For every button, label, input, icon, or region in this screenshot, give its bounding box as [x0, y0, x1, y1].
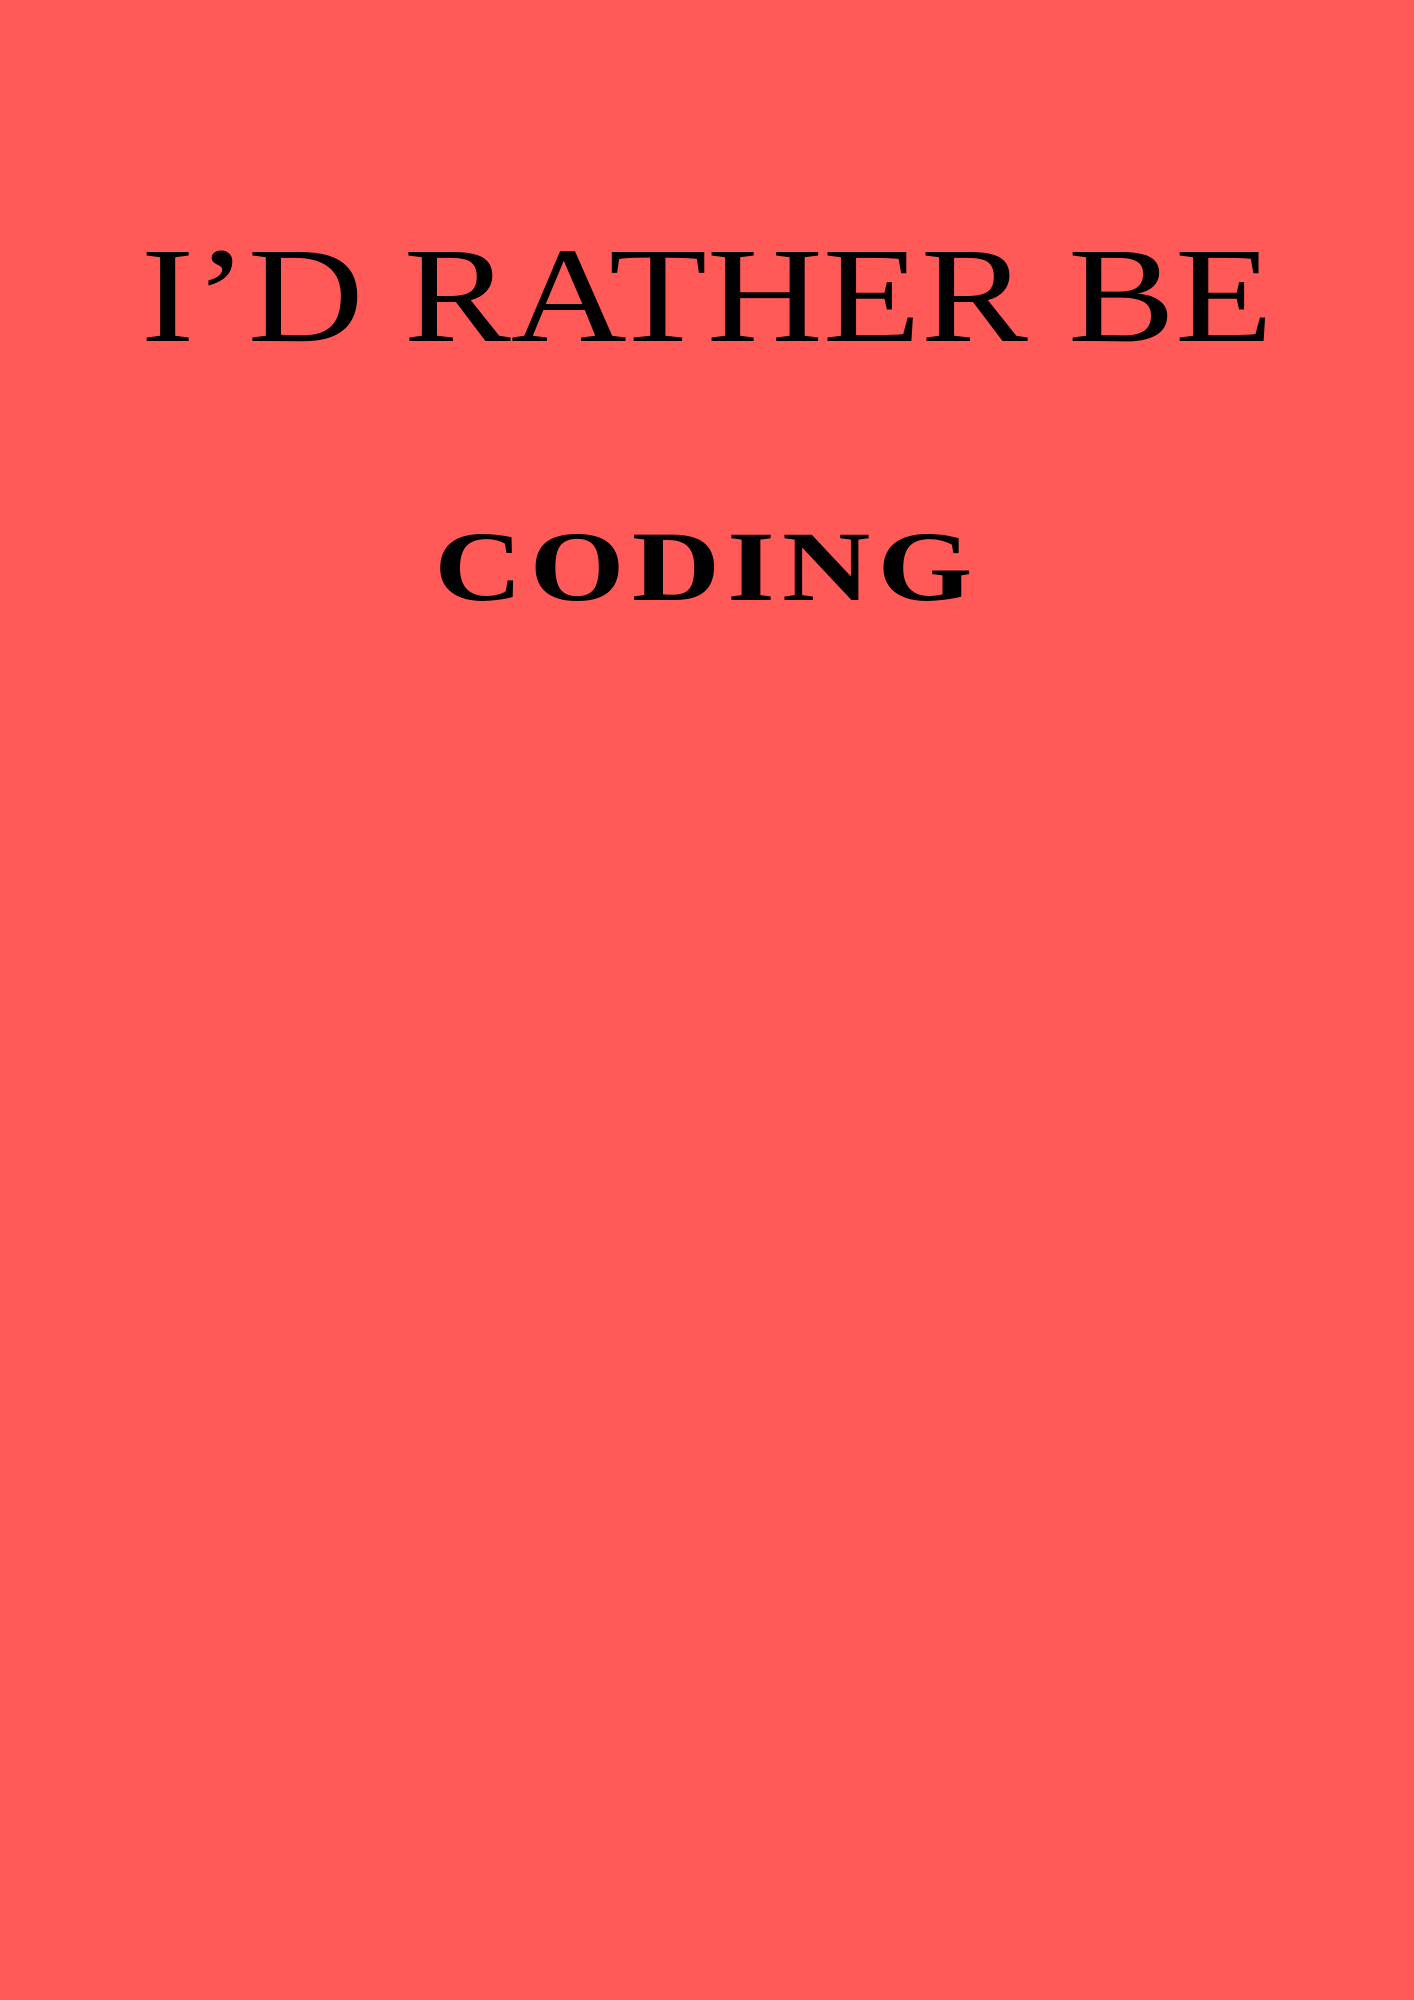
subline-text: CODING	[434, 511, 980, 622]
poster: I’D RATHER BE CODING	[0, 0, 1414, 2000]
headline-text: I’D RATHER BE	[140, 221, 1274, 371]
